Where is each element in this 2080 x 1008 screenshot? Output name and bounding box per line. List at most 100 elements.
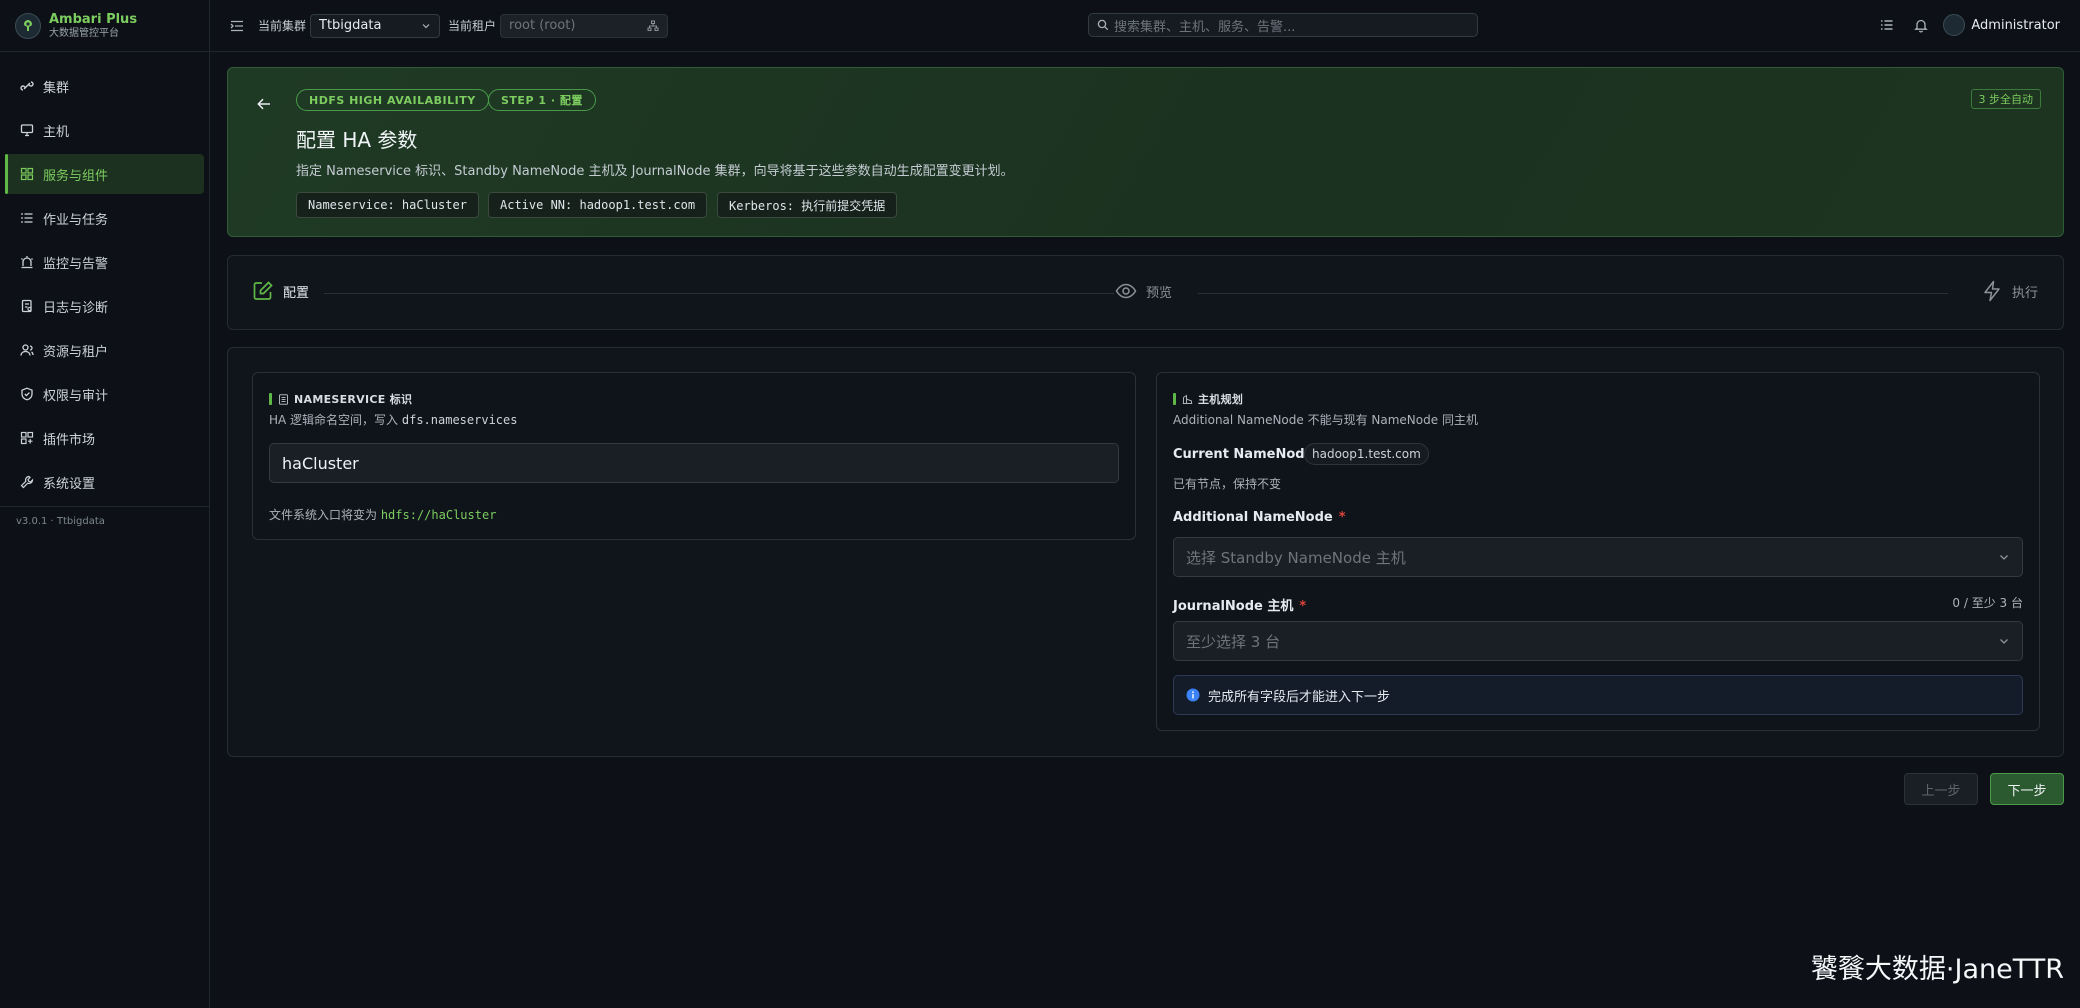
- required-mark: *: [1299, 599, 1307, 614]
- step-preview[interactable]: 预览: [1115, 280, 1172, 302]
- badge-hdfs-ha: HDFS HIGH AVAILABILITY: [296, 89, 489, 111]
- step-execute[interactable]: 执行: [1981, 280, 2038, 302]
- hint-code: hdfs://haCluster: [380, 508, 497, 522]
- server-icon: [1182, 394, 1193, 404]
- monitor-icon: [20, 124, 34, 137]
- wizard-header: HDFS HIGH AVAILABILITY STEP 1 · 配置 配置 HA…: [227, 67, 2064, 237]
- list-icon: [21, 213, 33, 223]
- sidebar-nav: 集群 主机 服务与组件 作业与任务 监控与告警 日志与诊断 资源与租户 权限与审…: [0, 52, 209, 502]
- journalnode-label: JournalNode 主机 *: [1173, 595, 1306, 614]
- journalnode-count: 0 / 至少 3 台: [1952, 596, 2023, 610]
- sidebar-item-settings[interactable]: 系统设置: [5, 462, 204, 502]
- label-text: JournalNode 主机: [1173, 599, 1294, 614]
- sidebar-item-plugins[interactable]: 插件市场: [5, 418, 204, 458]
- auto-steps-badge: 3 步全自动: [1970, 89, 2041, 109]
- step-connector: [1198, 293, 1948, 294]
- page-description: 指定 Nameservice 标识、Standby NameNode 主机及 J…: [296, 164, 1014, 179]
- nameservice-input[interactable]: haCluster: [269, 443, 1119, 483]
- version-label: v3.0.1 · Ttbigdata: [16, 516, 105, 527]
- chevron-down-icon: [2000, 555, 2008, 560]
- additional-namenode-label: Additional NameNode *: [1173, 510, 1346, 525]
- lightning-icon: [1984, 280, 2000, 302]
- subtitle-code: dfs.nameservices: [401, 413, 518, 427]
- user-name[interactable]: Administrator: [1971, 18, 2060, 33]
- avatar[interactable]: [1943, 14, 1966, 36]
- global-search-input[interactable]: 搜索集群、主机、服务、告警...: [1088, 13, 1478, 37]
- accent-bar: [1173, 393, 1176, 405]
- sidebar-item-label: 插件市场: [43, 432, 96, 448]
- task-list-icon[interactable]: [1879, 17, 1895, 33]
- required-mark: *: [1338, 510, 1346, 525]
- tenant-select[interactable]: root (root): [500, 13, 669, 38]
- watermark: 饕餮大数据·JaneTTR: [1810, 954, 2064, 985]
- grid-icon: [20, 167, 34, 181]
- badge-step: STEP 1 · 配置: [488, 89, 596, 111]
- step-connector: [324, 293, 1114, 294]
- sidebar-item-label: 监控与告警: [43, 256, 109, 272]
- search-icon: [1097, 19, 1109, 31]
- host-planning-subtitle: Additional NameNode 不能与现有 NameNode 同主机: [1173, 413, 1478, 427]
- wizard-stepper: 配置 预览 执行: [227, 255, 2064, 330]
- sidebar-item-resources[interactable]: 资源与租户: [5, 330, 204, 370]
- current-namenode-tag: hadoop1.test.com: [1304, 443, 1429, 465]
- shield-icon: [21, 387, 33, 401]
- users-icon: [20, 344, 34, 356]
- host-planning-panel: 主机规划 Additional NameNode 不能与现有 NameNode …: [1156, 372, 2040, 731]
- sidebar-item-cluster[interactable]: 集群: [5, 66, 204, 106]
- sidebar-item-monitoring[interactable]: 监控与告警: [5, 242, 204, 282]
- sidebar-item-permissions[interactable]: 权限与审计: [5, 374, 204, 414]
- sidebar-item-label: 日志与诊断: [43, 300, 109, 316]
- nameservice-subtitle: HA 逻辑命名空间，写入 dfs.nameservices: [269, 411, 517, 428]
- sidebar-item-services[interactable]: 服务与组件: [5, 154, 204, 194]
- subtitle-text: HA 逻辑命名空间，写入: [269, 413, 402, 427]
- back-arrow-icon[interactable]: [256, 96, 272, 112]
- cluster-select-value: Ttbigdata: [319, 18, 382, 33]
- info-icon: [1186, 688, 1200, 702]
- label-text: Additional NameNode: [1173, 510, 1333, 525]
- document-icon: [279, 393, 288, 405]
- hierarchy-icon: [647, 20, 659, 31]
- current-namenode-note: 已有节点，保持不变: [1173, 477, 1282, 491]
- nameservice-panel: NAMESERVICE 标识 HA 逻辑命名空间，写入 dfs.nameserv…: [252, 372, 1136, 540]
- nameservice-heading-text: NAMESERVICE 标识: [294, 393, 413, 406]
- page-title: 配置 HA 参数: [296, 128, 418, 152]
- plugin-icon: [20, 431, 34, 445]
- additional-namenode-select[interactable]: 选择 Standby NameNode 主机: [1173, 537, 2023, 577]
- sidebar-item-jobs[interactable]: 作业与任务: [5, 198, 204, 238]
- bell-icon[interactable]: [1913, 17, 1929, 33]
- cluster-select[interactable]: Ttbigdata: [310, 13, 441, 38]
- validation-info: 完成所有字段后才能进入下一步: [1173, 675, 2023, 715]
- sidebar-item-logs[interactable]: 日志与诊断: [5, 286, 204, 326]
- chip-active-nn: Active NN: hadoop1.test.com: [488, 192, 708, 218]
- collapse-menu-icon[interactable]: [230, 19, 244, 33]
- edit-icon: [253, 281, 273, 300]
- next-button[interactable]: 下一步: [1990, 773, 2064, 805]
- sidebar-item-hosts[interactable]: 主机: [5, 110, 204, 150]
- hint-text: 文件系统入口将变为: [269, 508, 381, 522]
- step-label: 执行: [2012, 285, 2039, 301]
- sidebar-item-label: 集群: [43, 80, 70, 96]
- journalnode-select[interactable]: 至少选择 3 台: [1173, 621, 2023, 661]
- step-configure[interactable]: 配置: [252, 280, 309, 302]
- sidebar-item-label: 系统设置: [43, 476, 96, 492]
- brand[interactable]: Ambari Plus 大数据管控平台: [0, 0, 209, 52]
- eye-icon: [1115, 283, 1137, 299]
- step-label: 配置: [283, 285, 310, 301]
- journalnode-placeholder: 至少选择 3 台: [1186, 632, 1281, 651]
- prev-button[interactable]: 上一步: [1904, 773, 1978, 805]
- cluster-icon: [20, 81, 34, 91]
- brand-subtitle: 大数据管控平台: [49, 27, 119, 39]
- tenant-label: 当前租户: [448, 19, 497, 33]
- sidebar-item-label: 作业与任务: [43, 212, 109, 228]
- nameservice-input-value: haCluster: [282, 453, 359, 473]
- cluster-label: 当前集群: [258, 19, 307, 33]
- tenant-select-placeholder: root (root): [509, 18, 576, 33]
- brand-logo-icon: [15, 12, 41, 39]
- accent-bar: [269, 393, 272, 405]
- host-planning-heading: 主机规划: [1173, 391, 1243, 407]
- nameservice-hint: 文件系统入口将变为 hdfs://haCluster: [269, 506, 496, 523]
- chip-nameservice: Nameservice: haCluster: [296, 192, 479, 218]
- additional-namenode-placeholder: 选择 Standby NameNode 主机: [1186, 548, 1406, 567]
- log-icon: [21, 299, 32, 313]
- chevron-down-icon: [422, 23, 430, 28]
